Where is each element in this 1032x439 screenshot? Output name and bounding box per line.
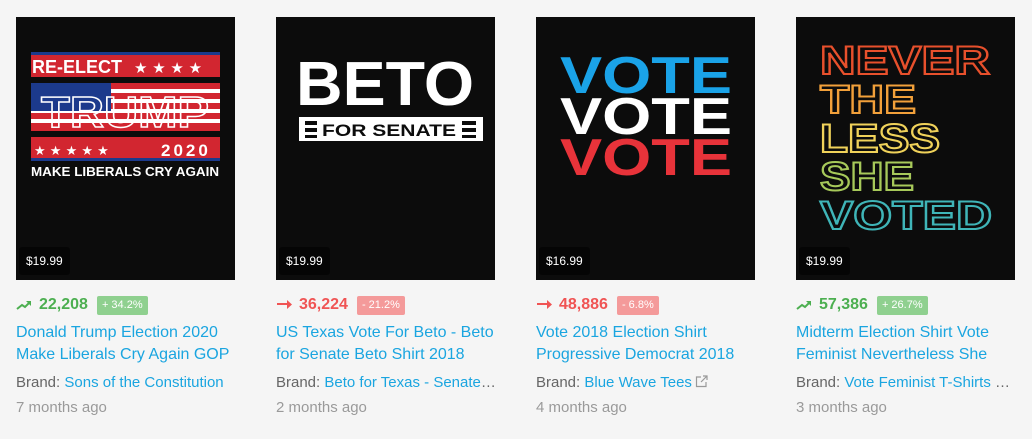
svg-text:SHE: SHE	[820, 155, 914, 199]
svg-text:RE-ELECT: RE-ELECT	[32, 57, 122, 77]
product-title-link[interactable]: Donald Trump Election 2020 Make Liberals…	[16, 322, 244, 366]
product-card: RE-ELECT ★ ★ ★ ★ TRUMP ★ ★ ★ ★ ★ 2020 MA…	[16, 0, 256, 439]
brand-prefix: Brand:	[16, 374, 65, 391]
brand-prefix: Brand:	[536, 374, 585, 391]
product-title-link[interactable]: Midterm Election Shirt Vote Feminist Nev…	[796, 322, 1024, 366]
brand-link[interactable]: Sons of the Constitution	[64, 374, 223, 391]
sales-rank: 57,386	[819, 296, 868, 313]
sales-rank: 22,208	[39, 296, 88, 313]
svg-text:★ ★ ★ ★: ★ ★ ★ ★	[134, 59, 202, 77]
rank-change-badge: - 21.2%	[356, 295, 405, 315]
sales-rank-stats: 22,208 + 34.2%	[16, 295, 148, 315]
svg-text:NEVER: NEVER	[820, 39, 990, 83]
product-image[interactable]: VOTE VOTE VOTE $16.99	[536, 17, 755, 280]
brand-prefix: Brand:	[276, 374, 325, 391]
svg-text:VOTED: VOTED	[820, 194, 992, 238]
brand-link[interactable]: Vote Feminist T-Shirts & Gifts	[844, 374, 1018, 391]
vote-vote-vote-design: VOTE VOTE VOTE	[560, 47, 732, 187]
listing-age: 7 months ago	[16, 399, 107, 416]
price-tag: $16.99	[539, 247, 590, 275]
svg-text:2020: 2020	[161, 141, 211, 160]
brand-link[interactable]: Blue Wave Tees	[584, 374, 692, 391]
listing-age: 2 months ago	[276, 399, 367, 416]
svg-text:VOTE: VOTE	[560, 129, 732, 187]
external-link-icon[interactable]	[695, 375, 708, 388]
svg-text:TRUMP: TRUMP	[41, 88, 209, 137]
sales-rank: 48,886	[559, 296, 608, 313]
svg-text:★ ★ ★ ★ ★: ★ ★ ★ ★ ★	[34, 144, 109, 159]
brand-line: Brand: Beto for Texas - Senate Shirt	[276, 373, 498, 393]
brand-prefix: Brand:	[796, 374, 845, 391]
brand-line: Brand: Sons of the Constitution	[16, 373, 238, 393]
price-tag: $19.99	[799, 247, 850, 275]
sales-rank-stats: 48,886 - 6.8%	[536, 295, 659, 315]
svg-text:BETO: BETO	[296, 50, 474, 119]
brand-line: Brand: Vote Feminist T-Shirts & Gifts	[796, 373, 1018, 393]
product-card: VOTE VOTE VOTE $16.99 48,886 - 6.8% Vote…	[536, 0, 776, 439]
beto-for-senate-design: BETO FOR SENATE	[296, 50, 483, 141]
arrow-trending-up-icon	[796, 301, 811, 310]
svg-text:FOR SENATE: FOR SENATE	[322, 121, 456, 140]
product-image[interactable]: RE-ELECT ★ ★ ★ ★ TRUMP ★ ★ ★ ★ ★ 2020 MA…	[16, 17, 235, 280]
product-title-link[interactable]: US Texas Vote For Beto - Beto for Senate…	[276, 322, 504, 366]
product-image[interactable]: BETO FOR SENATE $19.99	[276, 17, 495, 280]
rank-change-badge: + 26.7%	[876, 295, 928, 315]
svg-text:MAKE LIBERALS CRY AGAIN: MAKE LIBERALS CRY AGAIN	[31, 164, 219, 179]
arrow-trending-down-icon	[277, 300, 292, 309]
brand-line: Brand: Blue Wave Tees	[536, 373, 758, 393]
trump-2020-design: RE-ELECT ★ ★ ★ ★ TRUMP ★ ★ ★ ★ ★ 2020 MA…	[31, 52, 220, 179]
product-grid: RE-ELECT ★ ★ ★ ★ TRUMP ★ ★ ★ ★ ★ 2020 MA…	[0, 0, 1032, 439]
rank-change-badge: + 34.2%	[96, 295, 148, 315]
listing-age: 3 months ago	[796, 399, 887, 416]
listing-age: 4 months ago	[536, 399, 627, 416]
sales-rank: 36,224	[299, 296, 348, 313]
product-image[interactable]: NEVER THE LESS SHE VOTED $19.99	[796, 17, 1015, 280]
price-tag: $19.99	[279, 247, 330, 275]
product-card: BETO FOR SENATE $19.99 36,224 - 21.2% US…	[276, 0, 516, 439]
rank-change-badge: - 6.8%	[616, 295, 659, 315]
product-card: NEVER THE LESS SHE VOTED $19.99 57,386 +…	[796, 0, 1032, 439]
nevertheless-she-voted-design: NEVER THE LESS SHE VOTED	[819, 38, 993, 239]
product-title-link[interactable]: Vote 2018 Election Shirt Progressive Dem…	[536, 322, 764, 366]
sales-rank-stats: 36,224 - 21.2%	[276, 295, 405, 315]
arrow-trending-down-icon	[537, 300, 552, 309]
brand-link[interactable]: Beto for Texas - Senate Shirt	[324, 374, 498, 391]
price-tag: $19.99	[19, 247, 70, 275]
svg-text:THE: THE	[820, 78, 916, 122]
sales-rank-stats: 57,386 + 26.7%	[796, 295, 928, 315]
arrow-trending-up-icon	[16, 301, 31, 310]
